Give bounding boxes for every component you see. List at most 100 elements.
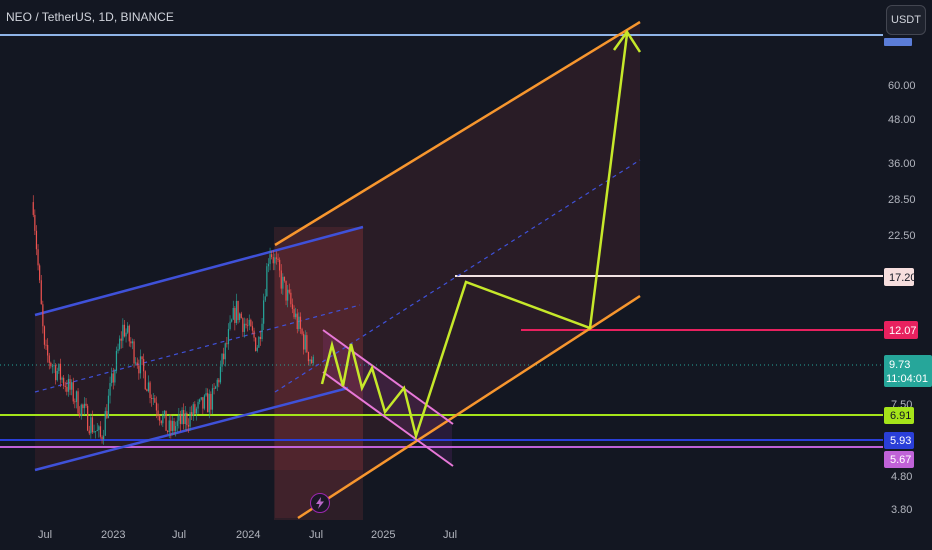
candle-body (66, 386, 68, 392)
candle-body (200, 397, 202, 400)
candle-body (218, 379, 220, 383)
y-tick-label: 4.80 (891, 471, 912, 483)
candle-body (155, 402, 158, 411)
bar-countdown-label: 11:04:01 (886, 373, 928, 385)
candle-body (264, 296, 266, 301)
candle-body (272, 257, 274, 264)
candle-body (242, 318, 244, 332)
candle-body (157, 410, 159, 417)
candle-body (32, 202, 34, 215)
candle-body (72, 382, 74, 402)
candle-body (304, 335, 306, 350)
lightning-bolt-icon[interactable] (310, 493, 330, 513)
candle-body (311, 359, 313, 364)
candle-body (227, 329, 230, 345)
candle-body (120, 338, 122, 341)
candle-body (159, 416, 161, 421)
candle-body (82, 404, 84, 409)
candle-body (253, 330, 255, 338)
candle-body (280, 270, 282, 289)
candle-body (229, 321, 231, 330)
candle-body (67, 378, 70, 392)
candle-body (90, 417, 92, 434)
candle-body (91, 417, 94, 433)
candle-body (243, 323, 246, 332)
candle-body (195, 408, 198, 414)
price-tag-resistance-label: 17.20 (889, 272, 917, 284)
candle-body (247, 325, 249, 327)
y-tick-label: 60.00 (888, 80, 916, 92)
candle-body (111, 373, 113, 384)
candle-body (58, 363, 60, 372)
price-axis[interactable]: 60.00 48.00 36.00 28.50 22.50 7.50 4.80 … (884, 38, 932, 516)
time-axis[interactable]: Jul 2023 Jul 2024 Jul 2025 Jul (38, 529, 457, 541)
candle-body (42, 304, 44, 327)
candle-body (133, 341, 135, 364)
candle-body (125, 332, 127, 337)
candle-body (93, 431, 95, 433)
price-tag-support-593-label: 5.93 (890, 435, 911, 447)
candle-body (71, 382, 73, 390)
x-tick-label: Jul (38, 529, 52, 541)
candle-body (87, 405, 89, 431)
candle-body (173, 421, 175, 431)
candle-body (152, 398, 154, 399)
candle-body (64, 385, 66, 387)
candle-body (226, 343, 228, 345)
y-tick-label: 48.00 (888, 114, 916, 126)
candle-body (199, 399, 201, 402)
candle-body (75, 391, 78, 402)
candle-body (95, 430, 97, 432)
x-tick-label: 2023 (101, 529, 125, 541)
candle-body (162, 415, 164, 424)
currency-button[interactable]: USDT (886, 5, 926, 35)
candle-body (179, 414, 182, 424)
candle-body (43, 326, 46, 345)
candle-body (312, 356, 314, 364)
candle-body (77, 391, 79, 414)
candle-body (163, 410, 166, 416)
candle-body (288, 289, 290, 293)
candle-body (216, 379, 218, 387)
candle-body (139, 356, 142, 374)
candle-body (88, 430, 90, 434)
candle-body (263, 300, 265, 324)
candle-body (63, 377, 65, 386)
candle-body (107, 395, 110, 419)
candle-body (237, 300, 239, 321)
orange-channel-zone (275, 22, 640, 518)
candle-body (301, 328, 303, 334)
candle-body (135, 362, 137, 364)
candle-body (176, 420, 178, 427)
candle-body (147, 382, 150, 392)
candle-body (122, 324, 124, 341)
candle-body (291, 304, 294, 310)
candle-body (266, 266, 268, 297)
candle-body (258, 336, 260, 348)
candle-body (131, 341, 134, 344)
candle-body (138, 365, 140, 374)
candle-body (192, 404, 194, 416)
candle-body (261, 323, 263, 340)
candle-body (274, 257, 276, 264)
candle-body (170, 420, 172, 431)
candle-body (79, 413, 81, 417)
candle-body (143, 359, 145, 372)
candle-body (109, 383, 111, 396)
candle-body (61, 377, 63, 380)
candle-body (117, 349, 119, 351)
candle-body (239, 313, 241, 321)
candle-body (290, 292, 292, 305)
candle-body (211, 388, 214, 410)
candle-body (295, 313, 297, 318)
candle-body (101, 436, 103, 440)
y-tick-label: 28.50 (888, 194, 916, 206)
candle-body (50, 362, 52, 367)
candle-body (240, 313, 242, 319)
candle-body (259, 336, 262, 340)
candle-body (160, 420, 162, 424)
candle-body (69, 378, 71, 390)
candle-body (171, 421, 174, 431)
candle-body (37, 249, 39, 266)
price-chart[interactable]: 60.00 48.00 36.00 28.50 22.50 7.50 4.80 … (0, 0, 932, 550)
